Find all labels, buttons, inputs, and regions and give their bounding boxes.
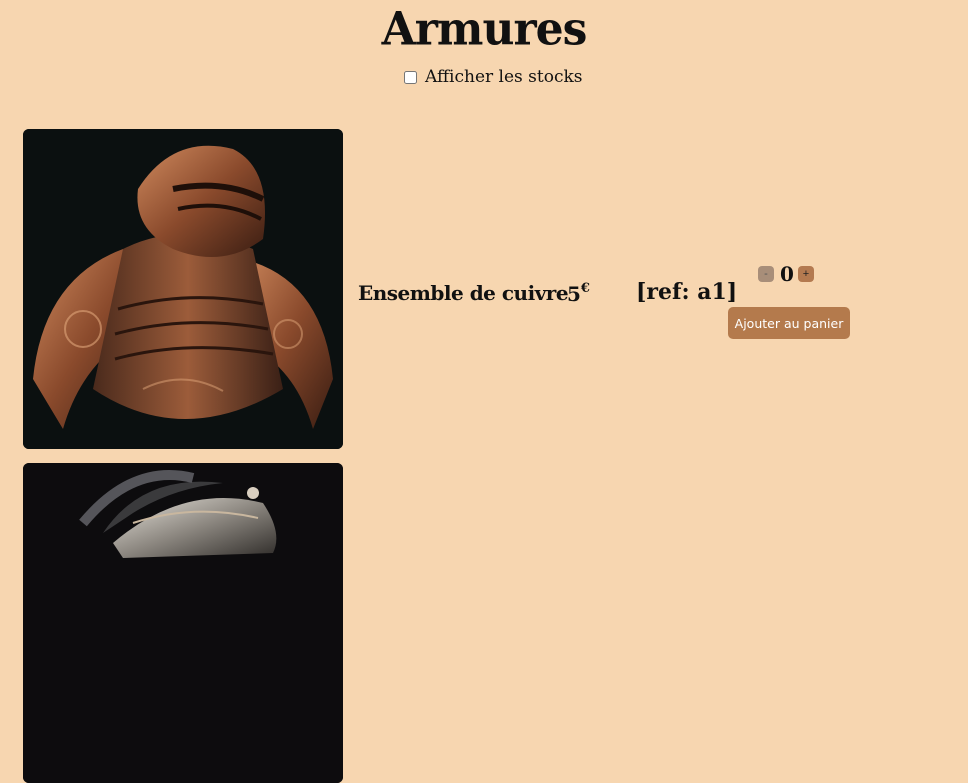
currency-symbol: € — [580, 281, 590, 296]
product-ref: [ref: a1] — [636, 279, 738, 305]
decrease-quantity-button[interactable]: - — [758, 266, 774, 282]
increase-quantity-button[interactable]: + — [798, 266, 814, 282]
quantity-stepper: - 0 + — [758, 262, 814, 286]
add-to-cart-button[interactable]: Ajouter au panier — [728, 307, 850, 339]
product-name: Ensemble de cuivre — [358, 281, 569, 305]
show-stock-checkbox[interactable] — [404, 70, 417, 84]
show-stock-label: Afficher les stocks — [425, 67, 583, 87]
silver-helmet-image — [23, 463, 343, 783]
show-stock-toggle[interactable]: Afficher les stocks — [404, 67, 583, 87]
copper-armor-image — [23, 129, 343, 449]
product-price: 5€ — [567, 281, 590, 306]
page-title: Armures — [381, 2, 588, 57]
quantity-value: 0 — [780, 262, 794, 286]
